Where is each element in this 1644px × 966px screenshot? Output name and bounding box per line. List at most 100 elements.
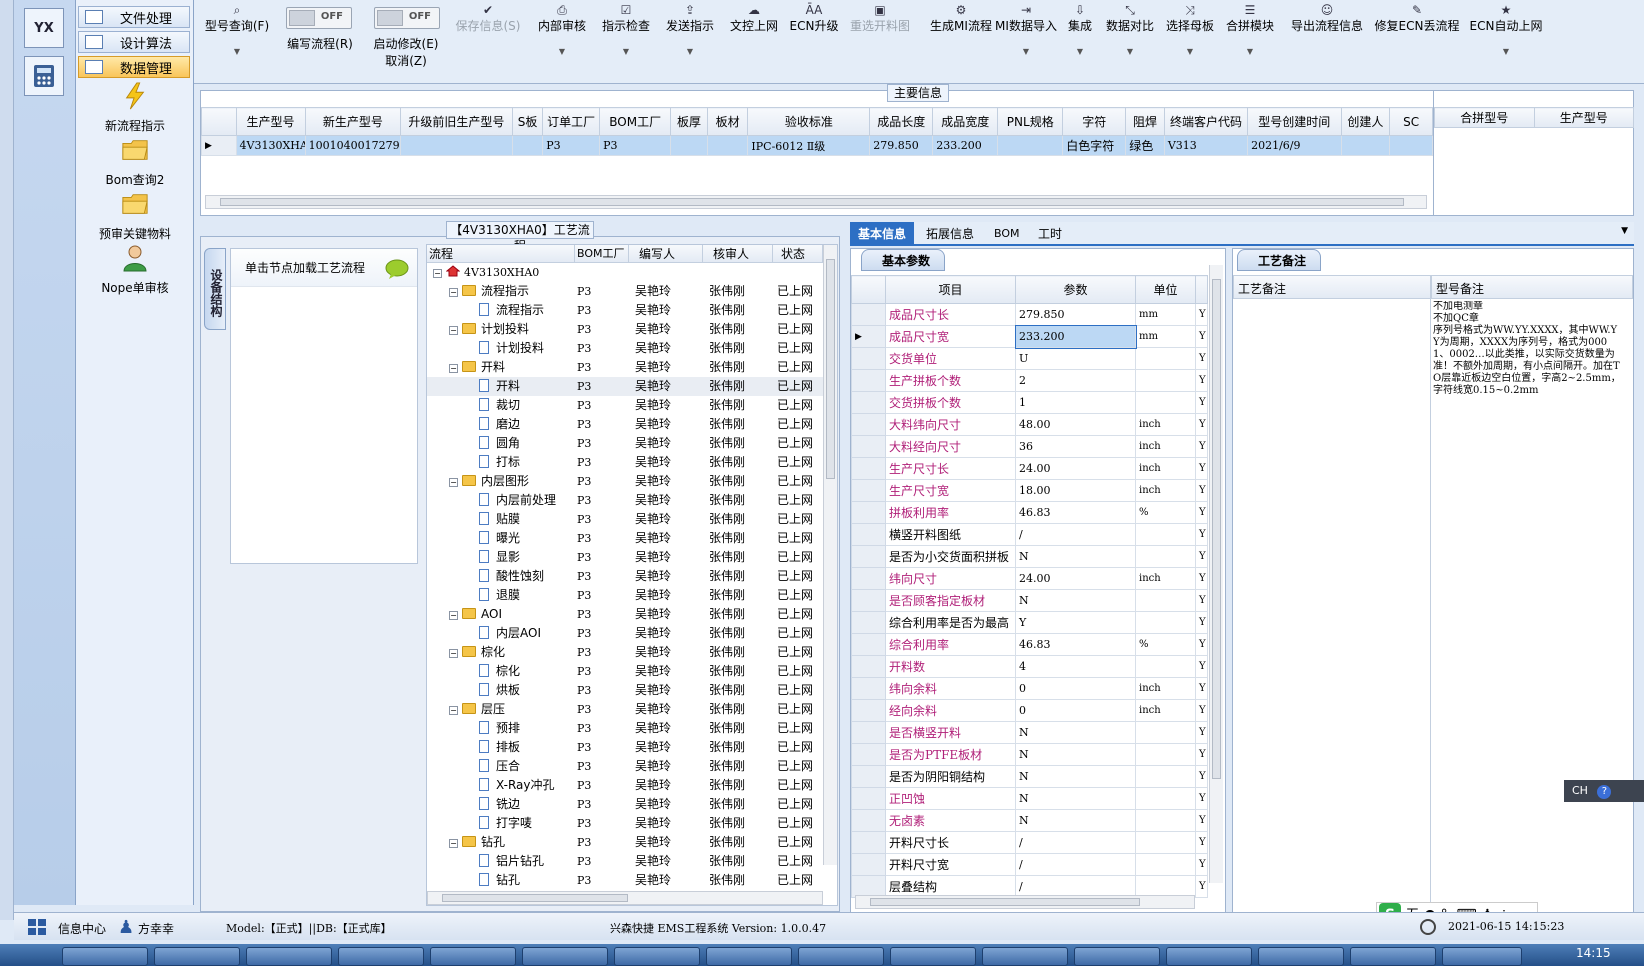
table-cell[interactable] bbox=[511, 135, 544, 156]
tree-folder-row[interactable]: − 开料 P3 吴艳玲 张伟刚 已上网 bbox=[427, 358, 823, 377]
menu-tab-data[interactable]: 数据管理 bbox=[78, 56, 190, 78]
instruction-check-button[interactable]: ☑ 指示检查 ▼ bbox=[596, 2, 656, 60]
table-cell[interactable]: 白色字符 bbox=[1062, 135, 1127, 156]
menu-tab-file[interactable]: 文件处理 bbox=[78, 6, 190, 28]
data-compare-button[interactable]: ⤡ 数据对比 ▼ bbox=[1100, 2, 1160, 60]
param-value[interactable]: 18.00 bbox=[1015, 479, 1136, 502]
table-cell[interactable] bbox=[670, 135, 708, 156]
collapse-icon[interactable]: − bbox=[449, 478, 458, 487]
param-value[interactable]: 36 bbox=[1015, 435, 1136, 458]
tree-node-row[interactable]: 排板 P3 吴艳玲 张伟刚 已上网 bbox=[427, 738, 823, 757]
ecn-auto-online-button[interactable]: ★ ECN自动上网 ▼ bbox=[1464, 2, 1548, 60]
integrate-button[interactable]: ⇩ 集成 ▼ bbox=[1060, 2, 1100, 60]
tree-folder-row[interactable]: − 棕化 P3 吴艳玲 张伟刚 已上网 bbox=[427, 643, 823, 662]
equipment-structure-tab[interactable]: 设备结构 bbox=[204, 248, 226, 330]
taskbar-button[interactable] bbox=[982, 947, 1068, 966]
taskbar-button[interactable] bbox=[890, 947, 976, 966]
param-value[interactable]: Y bbox=[1015, 611, 1136, 634]
tree-node-row[interactable]: 圆角 P3 吴艳玲 张伟刚 已上网 bbox=[427, 434, 823, 453]
flow-load-box[interactable]: 单击节点加载工艺流程 bbox=[230, 248, 418, 564]
param-value[interactable]: 48.00 bbox=[1015, 413, 1136, 436]
ime-language-bar[interactable]: CH ? bbox=[1564, 780, 1644, 802]
reselect-cutting-button[interactable]: ▣ 重选开料图 bbox=[844, 2, 916, 34]
table-cell[interactable] bbox=[997, 135, 1064, 156]
column-header[interactable]: BOM工厂 bbox=[599, 107, 672, 136]
table-cell[interactable] bbox=[400, 135, 513, 156]
tree-node-row[interactable]: 磨边 P3 吴艳玲 张伟刚 已上网 bbox=[427, 415, 823, 434]
model-remark-textarea[interactable]: 不加电测章 不加QC章 序列号格式为WW.YY.XXXX，其中WW.YY为周期，… bbox=[1433, 301, 1623, 501]
table-cell[interactable]: V313 bbox=[1163, 135, 1249, 156]
calculator-icon[interactable] bbox=[24, 56, 64, 96]
vertical-scrollbar[interactable] bbox=[823, 245, 837, 865]
param-value[interactable]: U bbox=[1015, 347, 1136, 370]
column-header[interactable]: 升级前旧生产型号 bbox=[400, 107, 513, 136]
param-row[interactable]: 生产尺寸宽 18.00 inch Y bbox=[851, 479, 1208, 502]
column-header[interactable]: 终端客户代码 bbox=[1163, 107, 1249, 136]
param-value[interactable]: N bbox=[1015, 743, 1136, 766]
param-row[interactable]: 经向余料 0 inch Y bbox=[851, 699, 1208, 722]
param-value[interactable]: 0 bbox=[1015, 699, 1136, 722]
model-query-button[interactable]: ⌕ 型号查询(F) ▼ bbox=[202, 2, 272, 60]
tree-node-row[interactable]: 压合 P3 吴艳玲 张伟刚 已上网 bbox=[427, 757, 823, 776]
param-row[interactable]: 综合利用率 46.83% Y bbox=[851, 633, 1208, 656]
side-item-nope-review[interactable]: Nope单审核 bbox=[76, 244, 194, 296]
tree-node-row[interactable]: 流程指示 P3 吴艳玲 张伟刚 已上网 bbox=[427, 301, 823, 320]
tree-node-row[interactable]: 裁切 P3 吴艳玲 张伟刚 已上网 bbox=[427, 396, 823, 415]
write-flow-toggle[interactable]: OFF bbox=[286, 7, 352, 29]
column-header[interactable]: 单位 bbox=[1135, 275, 1196, 304]
taskbar-button[interactable] bbox=[1258, 947, 1344, 966]
param-row[interactable]: 大料纬向尺寸 48.00 inch Y bbox=[851, 413, 1208, 436]
param-value[interactable]: N bbox=[1015, 545, 1136, 568]
side-item-key-material[interactable]: 预审关键物料 bbox=[76, 190, 194, 242]
scrollbar-thumb[interactable] bbox=[442, 894, 628, 902]
taskbar-button[interactable] bbox=[1442, 947, 1522, 966]
tree-node-row[interactable]: 内层AOI P3 吴艳玲 张伟刚 已上网 bbox=[427, 624, 823, 643]
column-header[interactable]: 验收标准 bbox=[747, 107, 871, 136]
combine-module-button[interactable]: ☰ 合拼模块 ▼ bbox=[1220, 2, 1280, 60]
param-value[interactable]: / bbox=[1015, 523, 1136, 546]
taskbar-button[interactable] bbox=[706, 947, 792, 966]
collapse-icon[interactable]: − bbox=[449, 288, 458, 297]
param-value[interactable]: / bbox=[1015, 831, 1136, 854]
tab-basic-params[interactable]: 基本参数 bbox=[861, 249, 946, 271]
param-value[interactable]: N bbox=[1015, 721, 1136, 744]
param-value[interactable]: / bbox=[1015, 853, 1136, 876]
param-value[interactable]: N bbox=[1015, 765, 1136, 788]
tree-node-row[interactable]: 计划投料 P3 吴艳玲 张伟刚 已上网 bbox=[427, 339, 823, 358]
column-header[interactable]: 订单工厂 bbox=[542, 107, 601, 136]
column-header[interactable]: 生产型号 bbox=[1533, 107, 1634, 128]
tab-process-remark[interactable]: 工艺备注 bbox=[1237, 249, 1322, 271]
taskbar-button[interactable] bbox=[246, 947, 332, 966]
tab-work-hours[interactable]: 工时 bbox=[1030, 222, 1070, 246]
param-row[interactable]: 是否横竖开料 N Y bbox=[851, 721, 1208, 744]
tree-root[interactable]: − 4V3130XHA0 bbox=[427, 263, 823, 282]
column-header[interactable]: S板 bbox=[511, 107, 544, 136]
tab-bom[interactable]: BOM bbox=[986, 222, 1028, 246]
tree-node-row[interactable]: 内层前处理 P3 吴艳玲 张伟刚 已上网 bbox=[427, 491, 823, 510]
param-value[interactable]: 46.83 bbox=[1015, 501, 1136, 524]
taskbar-button[interactable] bbox=[430, 947, 516, 966]
param-row[interactable]: 拼板利用率 46.83% Y bbox=[851, 501, 1208, 524]
param-row[interactable]: 无卤素 N Y bbox=[851, 809, 1208, 832]
taskbar-button[interactable] bbox=[798, 947, 884, 966]
param-row[interactable]: ▶ 成品尺寸宽 233.200 mm Y bbox=[851, 324, 1208, 349]
horizontal-scrollbar[interactable] bbox=[427, 891, 823, 905]
tree-node-row[interactable]: 开料 P3 吴艳玲 张伟刚 已上网 bbox=[427, 377, 823, 396]
table-cell[interactable] bbox=[706, 135, 749, 156]
table-cell[interactable]: IPC-6012 Ⅱ级 bbox=[747, 135, 871, 156]
param-value[interactable]: 4 bbox=[1015, 655, 1136, 678]
column-header[interactable]: 成品宽度 bbox=[932, 107, 999, 136]
taskbar-button[interactable] bbox=[1350, 947, 1436, 966]
param-value[interactable]: 0 bbox=[1015, 677, 1136, 700]
param-row[interactable]: 是否为PTFE板材 N Y bbox=[851, 743, 1208, 766]
process-remark-textarea[interactable] bbox=[1233, 299, 1431, 913]
column-header[interactable]: 成品长度 bbox=[869, 107, 934, 136]
windows-icon[interactable] bbox=[28, 919, 46, 935]
scrollbar-thumb[interactable] bbox=[870, 898, 1140, 906]
horizontal-scrollbar[interactable] bbox=[205, 195, 1427, 209]
collapse-icon[interactable]: − bbox=[433, 269, 442, 278]
tree-node-row[interactable]: 铣边 P3 吴艳玲 张伟刚 已上网 bbox=[427, 795, 823, 814]
tree-folder-row[interactable]: − 流程指示 P3 吴艳玲 张伟刚 已上网 bbox=[427, 282, 823, 301]
param-row[interactable]: 是否顾客指定板材 N Y bbox=[851, 589, 1208, 612]
tree-folder-row[interactable]: − 钻孔 P3 吴艳玲 张伟刚 已上网 bbox=[427, 833, 823, 852]
